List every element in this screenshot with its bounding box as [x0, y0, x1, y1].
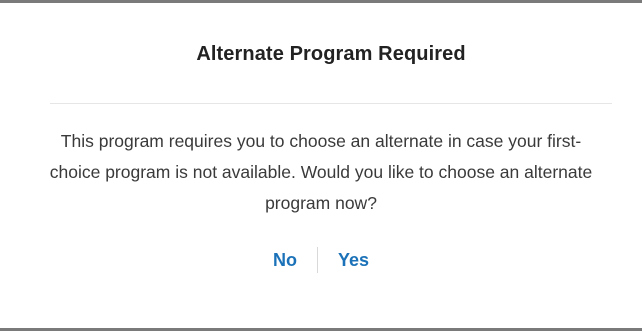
no-button[interactable]: No — [253, 247, 317, 273]
alternate-program-dialog: Alternate Program Required This program … — [0, 0, 642, 331]
dialog-title: Alternate Program Required — [196, 42, 466, 65]
yes-button[interactable]: Yes — [318, 247, 389, 273]
dialog-message: This program requires you to choose an a… — [49, 131, 593, 213]
dialog-header: Alternate Program Required — [50, 3, 612, 104]
dialog-actions: No Yes — [0, 247, 642, 273]
